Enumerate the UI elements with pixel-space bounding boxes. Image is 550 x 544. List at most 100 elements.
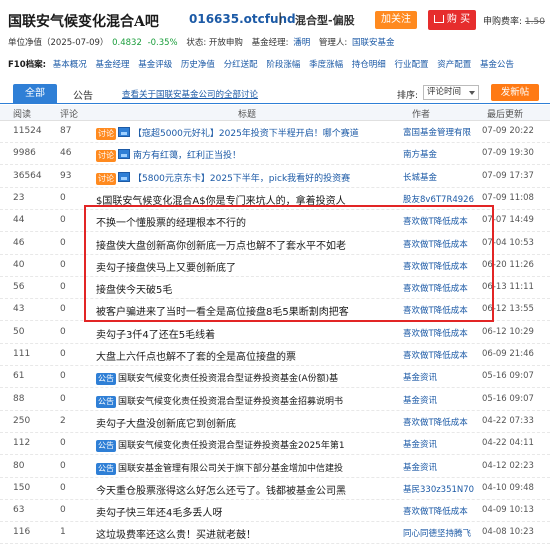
author-link[interactable]: 基金资讯 [403, 438, 477, 450]
table-header: 阅读 评论 标题 作者 最后更新 [0, 105, 550, 121]
post-title[interactable]: 不换一个懂股票的经理根本不行的 [96, 214, 396, 229]
archive-link[interactable]: 基金经理 [95, 60, 129, 70]
author-link[interactable]: 南方基金 [403, 148, 477, 160]
post-title-text: 大盘上六仟点也解不了套的全是高位接盘的票 [96, 352, 296, 363]
author-link[interactable]: 长城基金 [403, 171, 477, 183]
chevron-down-icon [469, 91, 475, 95]
author-link[interactable]: 喜欢做T降低成本 [403, 304, 477, 316]
sort-label: 排序: [397, 91, 419, 101]
company-discussion-link[interactable]: 查看关于国联安基金公司的全部讨论 [122, 88, 258, 100]
archive-link[interactable]: 历史净值 [181, 60, 215, 70]
table-row[interactable]: 111 0 大盘上六仟点也解不了套的全是高位接盘的票 喜欢做T降低成本 06-09 21… [0, 344, 550, 366]
author-link[interactable]: 喜欢做T降低成本 [403, 327, 477, 339]
author-link[interactable]: 喜欢做T降低成本 [403, 349, 477, 361]
archive-link[interactable]: 基金评级 [138, 60, 172, 70]
new-post-button[interactable]: 发新帖 [491, 84, 539, 101]
table-row[interactable]: 46 0 接盘侠大盘创新高你创新底一万点也解不了套水平不如老 喜欢做T降低成本 07-0… [0, 233, 550, 255]
read-count: 43 [13, 304, 25, 315]
buy-button[interactable]: 购 买 [428, 10, 476, 30]
comment-count: 0 [60, 215, 66, 226]
author-link[interactable]: 喜欢做T降低成本 [403, 238, 477, 250]
post-title[interactable]: 公告 国联安基金管理有限公司关于旗下部分基金增加中信建投 [96, 461, 396, 475]
post-title-text: $国联安气候变化混合A$你是专门来坑人的，拿着投资人 [96, 195, 346, 207]
fund-name[interactable]: 国联安气候变化混合A吧 [8, 11, 159, 31]
author-link[interactable]: 基金资讯 [403, 371, 477, 383]
post-title[interactable]: 卖勾子大盘没创新底它到创新底 [96, 415, 396, 430]
post-title-text: 卖勾子快三年还4毛多丢人呀 [96, 508, 223, 520]
archive-link[interactable]: 基本概况 [53, 60, 87, 70]
read-count: 116 [13, 527, 31, 538]
author-link[interactable]: 基金资讯 [403, 461, 477, 473]
author-link[interactable]: 喜欢做T降低成本 [403, 282, 477, 294]
post-title[interactable]: 卖勾子3仟4了还在5毛线着 [96, 326, 396, 341]
image-icon [118, 171, 130, 182]
post-title[interactable]: 接盘侠今天破5毛 [96, 281, 396, 296]
post-title[interactable]: 公告 国联安气候变化责任投资混合型证券投资基金2025年第1 [96, 438, 396, 453]
table-row[interactable]: 63 0 卖勾子快三年还4毛多丢人呀 喜欢做T降低成本 04-09 10:13 [0, 500, 550, 523]
discussion-tag: 讨论 [96, 172, 116, 185]
image-icon [118, 149, 130, 160]
post-title[interactable]: 被客户骗进来了当时一看全是高位接盘8毛5果断割肉把客 [96, 303, 396, 318]
author-link[interactable]: 喜欢做T降低成本 [403, 416, 477, 428]
table-row[interactable]: 23 0 $国联安气候变化混合A$你是专门来坑人的，拿着投资人 股友8v6T7R492… [0, 188, 550, 210]
archive-link[interactable]: 分红送配 [224, 60, 258, 70]
post-title[interactable]: 今天重仓股票涨得这么好怎么还亏了。钱都被基金公司黑 [96, 482, 396, 497]
comment-count: 0 [60, 259, 66, 270]
company-link[interactable]: 国联安基金 [352, 38, 395, 48]
post-title[interactable]: 卖勾子接盘侠马上又要创新底了 [96, 259, 396, 274]
sort-value: 评论时间 [427, 87, 462, 97]
table-row[interactable]: 43 0 被客户骗进来了当时一看全是高位接盘8毛5果断割肉把客 喜欢做T降低成本 06-… [0, 299, 550, 322]
table-row[interactable]: 40 0 卖勾子接盘侠马上又要创新底了 喜欢做T降低成本 06-20 11:26 [0, 255, 550, 277]
archive-link[interactable]: 阶段涨幅 [266, 60, 300, 70]
post-title[interactable]: 大盘上六仟点也解不了套的全是高位接盘的票 [96, 348, 396, 363]
author-link[interactable]: 股友8v6T7R4926 [403, 193, 477, 205]
table-row[interactable]: 88 0 公告 国联安气候变化责任投资混合型证券投资基金招募说明书 基金资讯 05-16 … [0, 389, 550, 411]
archive-link[interactable]: 行业配置 [395, 60, 429, 70]
post-title[interactable]: 公告 国联安气候变化责任投资混合型证券投资基金招募说明书 [96, 394, 396, 408]
table-row[interactable]: 11524 87 讨论 【寇超5000元好礼】2025年投资下半程开启！哪个赛道 富国基… [0, 121, 550, 143]
last-updated: 06-20 11:26 [482, 259, 534, 270]
table-row[interactable]: 61 0 公告 国联安气候变化责任投资混合型证券投资基金(A份额)基 基金资讯 05-16… [0, 366, 550, 389]
table-row[interactable]: 56 0 接盘侠今天破5毛 喜欢做T降低成本 06-13 11:11 [0, 277, 550, 300]
post-title[interactable]: $国联安气候变化混合A$你是专门来坑人的，拿着投资人 [96, 192, 396, 207]
tab-announcement[interactable]: 公告 [73, 87, 93, 102]
follow-button[interactable]: 加关注 [375, 11, 417, 29]
post-title[interactable]: 公告 国联安气候变化责任投资混合型证券投资基金(A份额)基 [96, 371, 396, 386]
post-title[interactable]: 这垃圾费率还这么贵！买进就老鼓！ [96, 526, 396, 541]
comment-count: 0 [60, 282, 66, 293]
author-link[interactable]: 同心同德坚持腾飞 [403, 527, 477, 539]
post-title-text: 国联安基金管理有限公司关于旗下部分基金增加中信建投 [118, 463, 344, 474]
table-row[interactable]: 150 0 今天重仓股票涨得这么好怎么还亏了。钱都被基金公司黑 基民330z351N7… [0, 478, 550, 500]
post-title[interactable]: 讨论 【5800元京东卡】2025下半年，pick我看好的投资赛 [96, 171, 396, 185]
table-row[interactable]: 9986 46 讨论 南方有红蔼，红利正当投！ 南方基金 07-09 19:30 [0, 143, 550, 166]
manager-link[interactable]: 潘明 [293, 38, 310, 48]
post-title[interactable]: 讨论 【寇超5000元好礼】2025年投资下半程开启！哪个赛道 [96, 126, 396, 140]
last-updated: 05-16 09:07 [482, 393, 534, 404]
table-row[interactable]: 36564 93 讨论 【5800元京东卡】2025下半年，pick我看好的投资赛 长城… [0, 166, 550, 188]
archive-link[interactable]: 基金公告 [480, 60, 514, 70]
post-title-text: 国联安气候变化责任投资混合型证券投资基金2025年第1 [118, 441, 345, 452]
author-link[interactable]: 富国基金管理有限 [403, 126, 477, 138]
last-updated: 05-16 09:07 [482, 371, 534, 382]
archive-link[interactable]: 资产配置 [437, 60, 471, 70]
table-row[interactable]: 112 0 公告 国联安气候变化责任投资混合型证券投资基金2025年第1 基金资讯 04-… [0, 433, 550, 456]
table-row[interactable]: 50 0 卖勾子3仟4了还在5毛线着 喜欢做T降低成本 06-12 10:29 [0, 322, 550, 344]
author-link[interactable]: 基民330z351N70 [403, 483, 477, 495]
post-title[interactable]: 卖勾子快三年还4毛多丢人呀 [96, 504, 396, 519]
sort-select[interactable]: 评论时间 [423, 85, 479, 100]
read-count: 80 [13, 460, 25, 471]
table-row[interactable]: 250 2 卖勾子大盘没创新底它到创新底 喜欢做T降低成本 04-22 07:33 [0, 411, 550, 433]
table-row[interactable]: 44 0 不换一个懂股票的经理根本不行的 喜欢做T降低成本 07-07 14:49 [0, 210, 550, 233]
post-title[interactable]: 讨论 南方有红蔼，红利正当投！ [96, 148, 396, 163]
table-row[interactable]: 80 0 公告 国联安基金管理有限公司关于旗下部分基金增加中信建投 基金资讯 04-12 … [0, 456, 550, 478]
archive-link[interactable]: 季度涨幅 [309, 60, 343, 70]
post-title[interactable]: 接盘侠大盘创新高你创新底一万点也解不了套水平不如老 [96, 237, 396, 252]
author-link[interactable]: 喜欢做T降低成本 [403, 260, 477, 272]
author-link[interactable]: 喜欢做T降低成本 [403, 505, 477, 517]
author-link[interactable]: 喜欢做T降低成本 [403, 215, 477, 227]
table-row[interactable]: 116 1 这垃圾费率还这么贵！买进就老鼓！ 同心同德坚持腾飞 04-08 10:23 [0, 522, 550, 544]
author-link[interactable]: 基金资讯 [403, 394, 477, 406]
post-title-text: 接盘侠大盘创新高你创新底一万点也解不了套水平不如老 [96, 240, 346, 252]
tab-all[interactable]: 全部 [13, 84, 57, 104]
archive-link[interactable]: 持仓明细 [352, 60, 386, 70]
